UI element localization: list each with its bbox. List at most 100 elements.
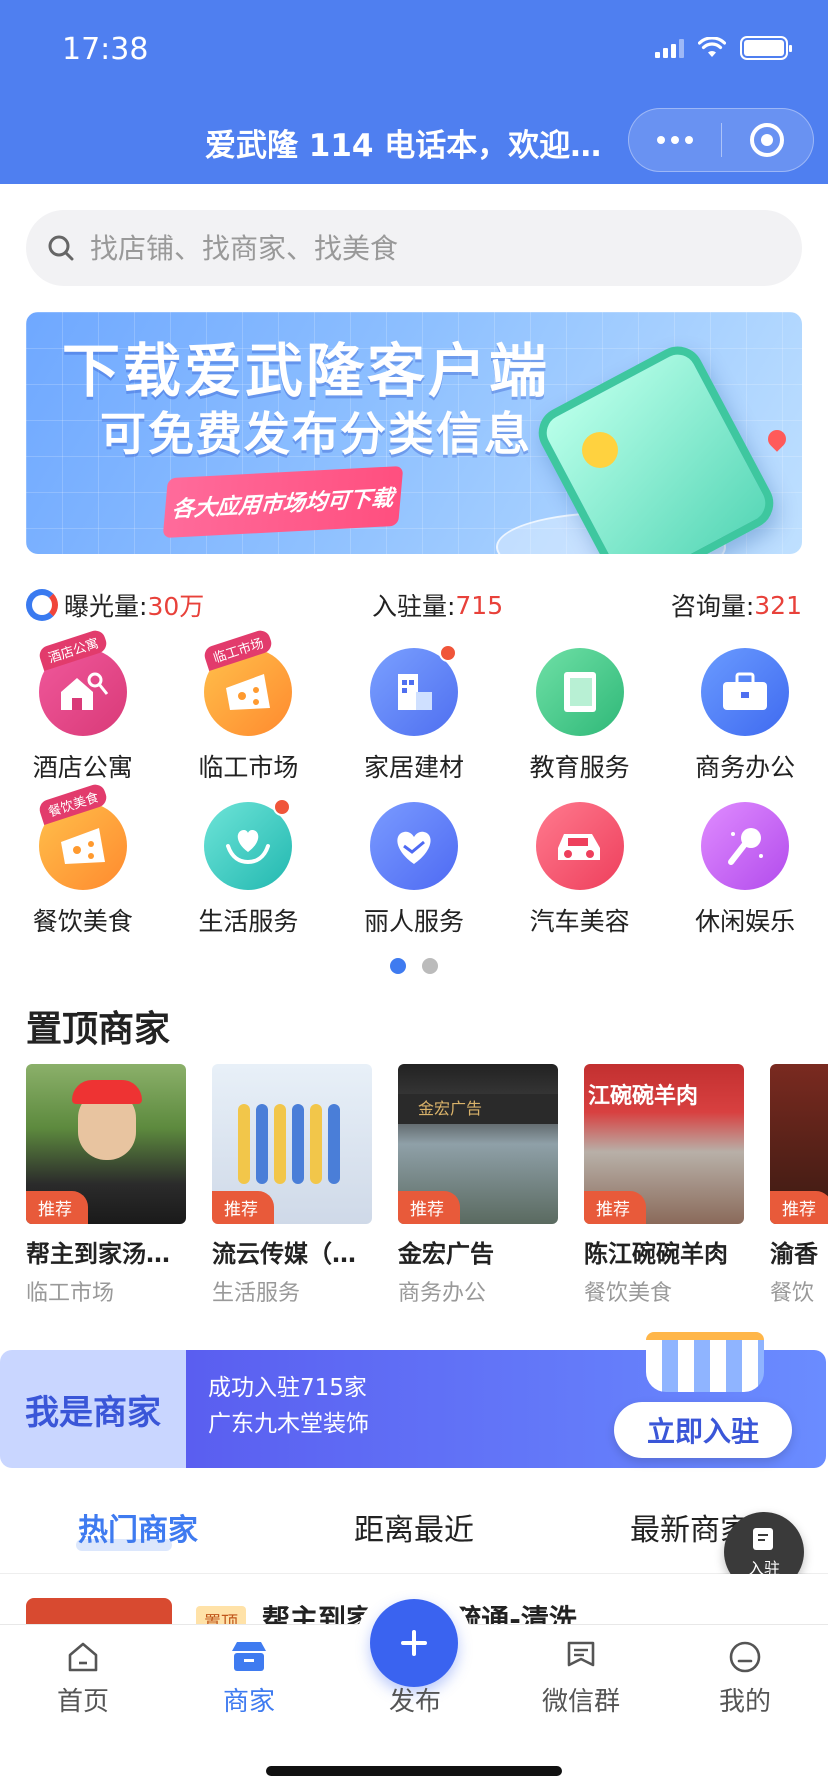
pager-dot: [422, 958, 438, 974]
nav-label: 我的: [718, 1687, 771, 1717]
emoji-icon: [582, 432, 618, 468]
nav-label: 微信群: [541, 1687, 620, 1717]
pinned-merchant-card[interactable]: 推荐 渝香 餐饮: [770, 1064, 828, 1304]
category-pager[interactable]: [390, 958, 438, 974]
edit-note-icon: [753, 1528, 773, 1550]
category-home-building[interactable]: 家居建材: [331, 640, 497, 794]
merchant-thumbnail: [26, 1598, 172, 1626]
recommend-badge: 推荐: [398, 1191, 460, 1224]
merchant-join-banner[interactable]: 我是商家 成功入驻715家 广东九木堂装饰 立即入驻: [0, 1332, 828, 1468]
pinned-merchant-card[interactable]: 金宏广告 推荐 金宏广告 商务办公: [398, 1064, 558, 1304]
category-label: 丽人服务: [363, 907, 464, 936]
home-icon: [68, 1642, 98, 1672]
banner-chip: 各大应用市场均可下载: [162, 465, 404, 539]
car-icon: [535, 802, 624, 890]
recommend-badge: 推荐: [26, 1191, 88, 1224]
merchant-name: 金宏广告: [398, 1240, 494, 1268]
recommend-badge: 推荐: [770, 1191, 828, 1224]
nav-home[interactable]: 首页: [0, 1639, 166, 1718]
joined-count-text: 成功入驻715家: [208, 1375, 367, 1401]
join-now-button[interactable]: 立即入驻: [614, 1402, 792, 1458]
message-icon: [567, 1641, 595, 1667]
battery-icon: [740, 36, 792, 60]
tab-nearest[interactable]: 距离最近: [276, 1480, 552, 1573]
stat-value: 715: [455, 590, 504, 620]
merchant-name: 帮主到家汤…: [26, 1240, 170, 1268]
bottom-navigation: 首页 商家 发布 微信群 我的: [0, 1585, 828, 1792]
merchant-photo: 推荐: [212, 1064, 372, 1224]
nav-label: 发布: [388, 1687, 441, 1717]
stats-ring-icon: [26, 589, 58, 621]
category-grid: 酒店公寓 酒店公寓 临工市场 临工市场 家居建材 教育服务 商务办公 餐饮美食 …: [0, 628, 828, 948]
category-beauty[interactable]: 丽人服务: [331, 794, 497, 948]
merchant-name: 陈江碗碗羊肉: [584, 1240, 728, 1268]
nav-publish[interactable]: 发布: [332, 1675, 498, 1718]
recommend-badge: 推荐: [584, 1191, 646, 1224]
notification-dot: [438, 644, 457, 662]
plus-icon: [401, 1630, 427, 1656]
stat-label: 入驻量:: [371, 592, 456, 621]
publish-button[interactable]: [370, 1599, 458, 1687]
category-label: 汽车美容: [529, 907, 630, 936]
category-label: 休闲娱乐: [695, 907, 796, 936]
category-education[interactable]: 教育服务: [497, 640, 663, 794]
stats-row: 曝光量: 30万 入驻量: 715 咨询量: 321: [26, 585, 802, 625]
pinned-merchant-card[interactable]: 推荐 流云传媒（… 生活服务: [212, 1064, 372, 1304]
category-label: 教育服务: [529, 753, 630, 782]
shop-icon: [232, 1642, 266, 1671]
nav-wechat-groups[interactable]: 微信群: [498, 1639, 664, 1718]
banner-headline: 下载爱武隆客户端: [62, 337, 551, 405]
search-bar[interactable]: [26, 210, 802, 286]
merchant-name: 流云传媒（…: [212, 1240, 356, 1268]
merchant-category: 生活服务: [212, 1281, 301, 1304]
close-program-button[interactable]: [722, 123, 814, 157]
status-icons: [655, 36, 792, 60]
merchant-category: 餐饮美食: [584, 1281, 673, 1304]
cellular-signal-icon: [655, 38, 684, 58]
category-label: 酒店公寓: [32, 753, 133, 782]
pager-dot-active: [390, 958, 406, 974]
app-header: 17:38 爱武隆 114 电话本，欢迎入驻使用: [0, 0, 828, 184]
merchant-info-panel: 成功入驻715家 广东九木堂装饰 立即入驻: [186, 1332, 826, 1468]
pinned-merchant-card[interactable]: 江碗碗羊肉 推荐 陈江碗碗羊肉 餐饮美食: [584, 1064, 744, 1304]
stat-label: 咨询量:: [670, 592, 755, 621]
nav-profile[interactable]: 我的: [662, 1639, 828, 1718]
nav-merchants[interactable]: 商家: [166, 1639, 332, 1718]
search-input[interactable]: [90, 231, 770, 265]
more-options-button[interactable]: [629, 136, 721, 144]
pinned-merchant-list[interactable]: 推荐 帮主到家汤… 临工市场 推荐 流云传媒（… 生活服务 金宏广告 推荐 金宏…: [26, 1064, 828, 1304]
merchant-category: 临工市场: [26, 1281, 115, 1304]
category-label: 临工市场: [198, 753, 299, 782]
merchant-label-panel: 我是商家: [0, 1350, 186, 1468]
merchant-tabs: 热门商家 距离最近 最新商家: [0, 1480, 828, 1574]
category-hotel[interactable]: 酒店公寓 酒店公寓: [0, 628, 166, 794]
category-food[interactable]: 餐饮美食 餐饮美食: [0, 782, 166, 948]
pinned-section-title: 置顶商家: [26, 1009, 171, 1050]
stat-value: 30万: [147, 592, 205, 621]
category-car-care[interactable]: 汽车美容: [497, 794, 663, 948]
wifi-icon: [698, 37, 726, 57]
category-life-service[interactable]: 生活服务: [166, 794, 332, 948]
merchant-label: 我是商家: [25, 1392, 161, 1433]
pinned-merchant-card[interactable]: 推荐 帮主到家汤… 临工市场: [26, 1064, 186, 1304]
stat-value: 321: [754, 590, 802, 620]
briefcase-icon: [701, 648, 790, 736]
shop-awning-icon: [646, 1332, 764, 1392]
merchant-category: 餐饮: [770, 1281, 815, 1304]
category-label: 餐饮美食: [32, 907, 133, 936]
profile-icon: [729, 1641, 761, 1673]
merchant-name: 渝香: [770, 1240, 818, 1268]
book-icon: [535, 648, 624, 736]
storefront-sign: 金宏广告: [398, 1094, 558, 1124]
nav-label: 首页: [56, 1687, 109, 1717]
banner-subheadline: 可免费发布分类信息: [100, 407, 532, 461]
handshake-heart-icon: [369, 802, 458, 890]
mini-program-capsule: [628, 108, 814, 172]
category-temp-work[interactable]: 临工市场 临工市场: [166, 628, 332, 794]
tab-hot-merchants[interactable]: 热门商家: [0, 1480, 276, 1573]
storefront-sign: 江碗碗羊肉: [588, 1084, 699, 1109]
promo-banner[interactable]: 下载爱武隆客户端 可免费发布分类信息 各大应用市场均可下载: [26, 312, 802, 554]
category-business[interactable]: 商务办公: [662, 640, 828, 794]
nav-label: 商家: [222, 1687, 275, 1717]
category-leisure[interactable]: 休闲娱乐: [662, 794, 828, 948]
